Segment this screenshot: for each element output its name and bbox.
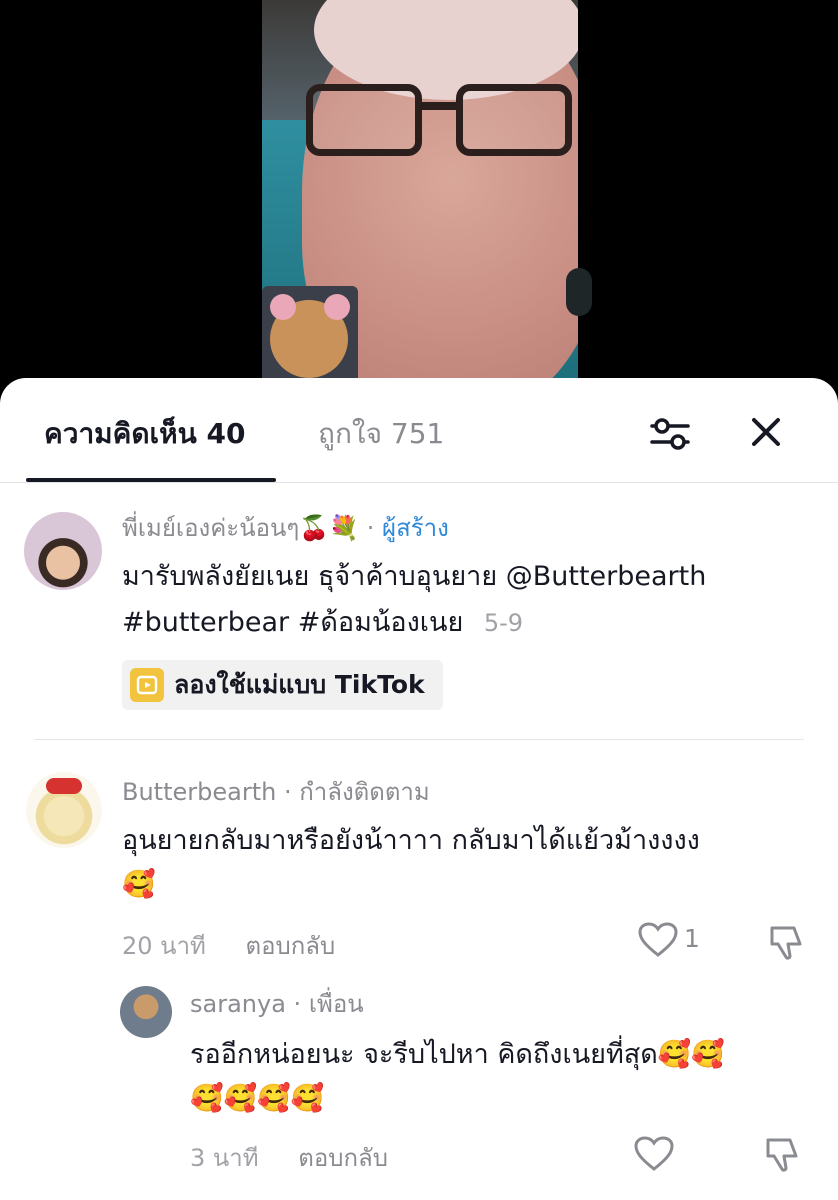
glasses [306, 84, 576, 164]
creator-comment-meta: พี่เมย์เองค่ะน้อนๆ🍒💐 · ผู้สร้าง [122, 512, 449, 544]
side-handle [566, 268, 592, 316]
reply-text-line1: รออีกหน่อยนะ จะรีบไปหา คิดถึงเนยที่สุด🥰🥰 [190, 1039, 726, 1070]
meta-separator: · [366, 514, 375, 542]
tiktok-template-icon [130, 668, 164, 702]
creator-comment-date: 5-9 [483, 609, 524, 637]
tab-comments[interactable]: ความคิดเห็น 40 [44, 414, 245, 454]
reply-button[interactable]: ตอบกลับ [298, 1144, 388, 1172]
reply-time: 3 นาที [190, 1144, 259, 1172]
creator-name[interactable]: พี่เมย์เองค่ะน้อนๆ🍒💐 [122, 514, 359, 542]
reply-avatar[interactable] [120, 986, 172, 1038]
tab-likes[interactable]: ถูกใจ 751 [318, 414, 444, 454]
try-template-label: ลองใช้แม่แบบ TikTok [174, 670, 425, 699]
tab-bar: ความคิดเห็น 40 ถูกใจ 751 [0, 378, 838, 482]
try-template-button[interactable]: ลองใช้แม่แบบ TikTok [122, 660, 443, 710]
creator-comment-hashtags[interactable]: #butterbear #ด้อมน้องเนย [122, 607, 463, 638]
heart-icon[interactable] [638, 922, 678, 958]
comment-meta: Butterbearth · กำลังติดตาม [122, 776, 430, 808]
pip-video[interactable] [262, 286, 358, 386]
video-area[interactable] [0, 0, 838, 400]
creator-comment-body-line2: #butterbear #ด้อมน้องเนย 5-9 [122, 600, 523, 646]
close-icon[interactable] [746, 412, 786, 452]
comments-sheet: ความคิดเห็น 40 ถูกใจ 751 พี่เมย์เองค่ะน้… [0, 378, 838, 1200]
meta-separator: · [293, 990, 309, 1018]
comment-author[interactable]: Butterbearth [122, 778, 276, 806]
reply-author[interactable]: saranya [190, 990, 286, 1018]
creator-badge: ผู้สร้าง [382, 514, 449, 542]
comment-time: 20 นาที [122, 932, 206, 960]
reply-meta: saranya · เพื่อน [190, 988, 364, 1020]
comment-text-line2: 🥰 [122, 869, 156, 900]
creator-avatar[interactable] [24, 512, 102, 590]
reply-text-line2: 🥰🥰🥰🥰 [190, 1083, 325, 1114]
sliders-icon[interactable] [648, 412, 692, 456]
like-count: 1 [684, 924, 700, 953]
comment-avatar[interactable] [26, 772, 102, 848]
dislike-icon[interactable] [766, 922, 806, 962]
comment-text-line1: อุนยายกลับมาหรือยังน้าาาา กลับมาได้แย้วม… [122, 825, 700, 856]
section-divider [34, 739, 804, 740]
tabs-divider [0, 482, 838, 483]
comment-relation: กำลังติดตาม [299, 778, 430, 806]
comment-actions: 20 นาที ตอบกลับ [122, 926, 335, 965]
meta-separator: · [283, 778, 300, 806]
heart-icon[interactable] [634, 1136, 674, 1172]
reply-relation: เพื่อน [308, 990, 364, 1018]
creator-comment-line1: มารับพลังยัยเนย ธุจ้าค้าบอุนยาย @Butterb… [122, 561, 707, 592]
reply-actions: 3 นาที ตอบกลับ [190, 1138, 388, 1177]
reply-button[interactable]: ตอบกลับ [246, 932, 336, 960]
dislike-icon[interactable] [762, 1134, 802, 1174]
